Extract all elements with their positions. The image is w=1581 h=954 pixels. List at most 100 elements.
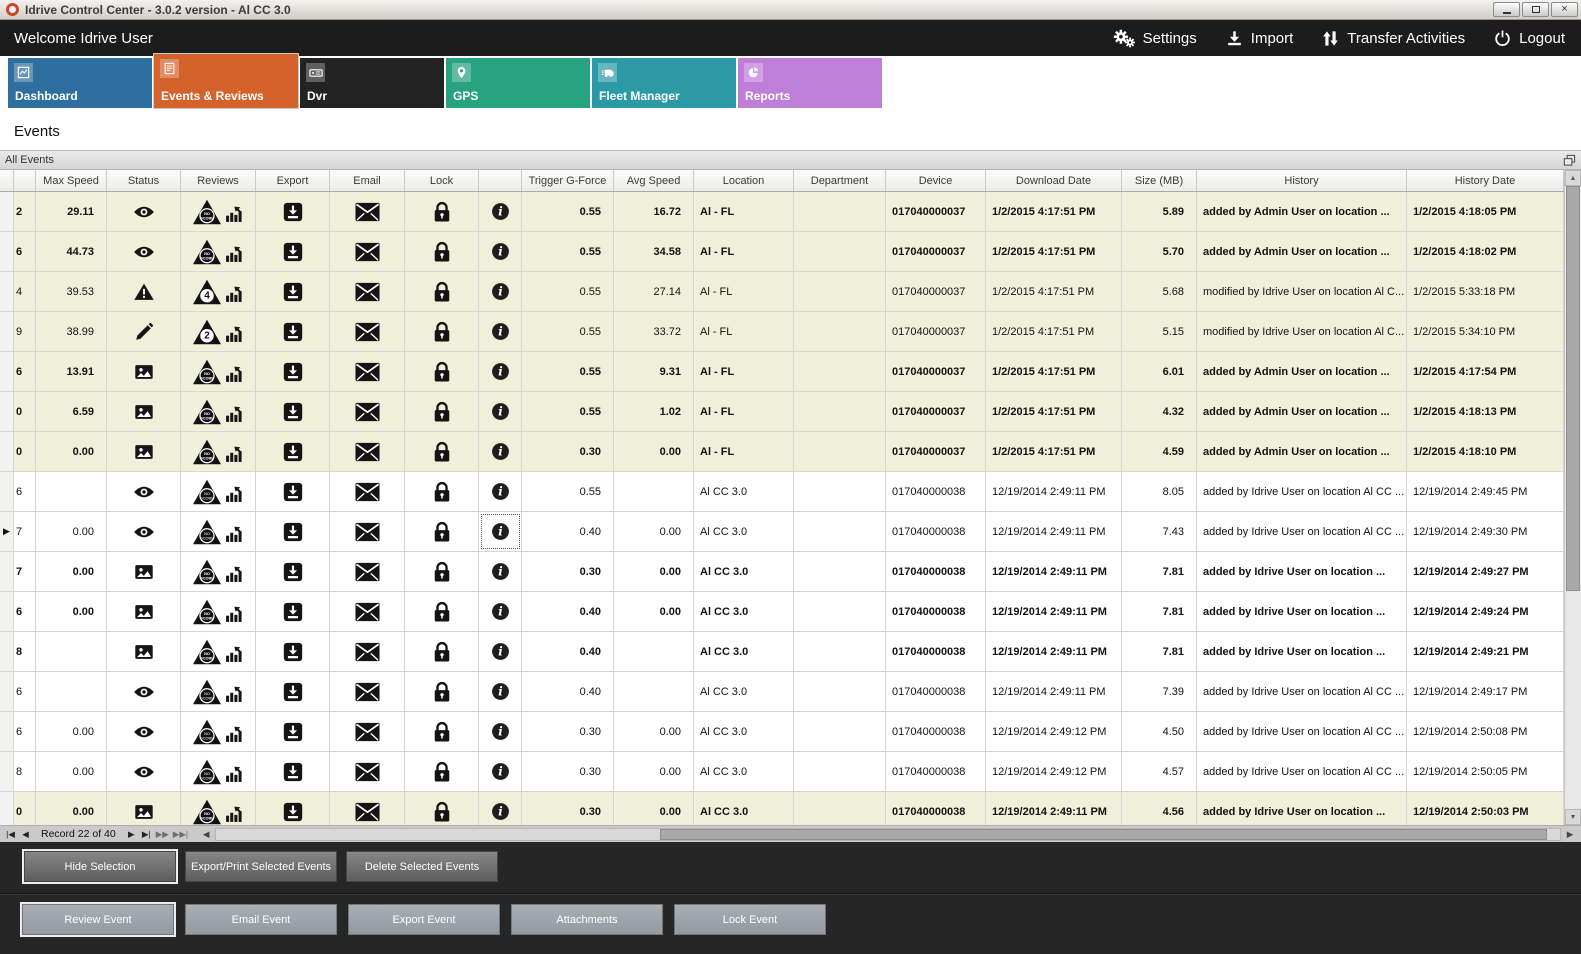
- export-button[interactable]: [256, 472, 330, 511]
- table-row[interactable]: 613.910.559.31Al - FL0170400000371/2/201…: [0, 352, 1564, 392]
- column-header-download-date[interactable]: Download Date: [986, 170, 1122, 191]
- column-header-status[interactable]: Status: [107, 170, 181, 191]
- table-row[interactable]: 60.000.300.00Al CC 3.001704000003812/19/…: [0, 712, 1564, 752]
- table-row[interactable]: 644.730.5534.58Al - FL0170400000371/2/20…: [0, 232, 1564, 272]
- export-event-button[interactable]: Export Event: [348, 904, 500, 935]
- first-record-button[interactable]: |◀: [3, 829, 18, 840]
- restore-panel-icon[interactable]: [1563, 154, 1576, 167]
- column-header-email[interactable]: Email: [330, 170, 405, 191]
- info-button[interactable]: [479, 552, 522, 591]
- email-button[interactable]: [330, 672, 405, 711]
- info-button[interactable]: [479, 192, 522, 231]
- lock-button[interactable]: [405, 272, 479, 311]
- lock-button[interactable]: [405, 392, 479, 431]
- lock-button[interactable]: [405, 352, 479, 391]
- export-button[interactable]: [256, 552, 330, 591]
- export-button[interactable]: [256, 632, 330, 671]
- lock-button[interactable]: [405, 592, 479, 631]
- email-button[interactable]: [330, 592, 405, 631]
- tab-reports[interactable]: Reports: [738, 58, 882, 108]
- column-header-department[interactable]: Department: [794, 170, 886, 191]
- import-button[interactable]: Import: [1225, 29, 1294, 48]
- email-button[interactable]: [330, 552, 405, 591]
- export-button[interactable]: [256, 392, 330, 431]
- info-button[interactable]: [479, 472, 522, 511]
- previous-record-button[interactable]: ◀: [18, 829, 33, 840]
- logout-button[interactable]: Logout: [1493, 29, 1565, 48]
- export-button[interactable]: [256, 432, 330, 471]
- tab-gps[interactable]: GPS: [446, 58, 590, 108]
- vertical-scrollbar[interactable]: ▲ ▼: [1564, 170, 1581, 825]
- next-record-button[interactable]: ▶: [124, 829, 139, 840]
- lock-button[interactable]: [405, 512, 479, 551]
- column-header-avg-speed[interactable]: Avg Speed: [614, 170, 694, 191]
- tab-dashboard[interactable]: Dashboard: [8, 58, 152, 108]
- info-button[interactable]: [479, 232, 522, 271]
- column-header-trigger-g-force[interactable]: Trigger G-Force: [522, 170, 614, 191]
- column-header-reviews[interactable]: Reviews: [181, 170, 256, 191]
- scroll-right-button[interactable]: ▶: [1562, 829, 1578, 840]
- table-row[interactable]: 938.9920.5533.72Al - FL0170400000371/2/2…: [0, 312, 1564, 352]
- table-row[interactable]: 60.000.400.00Al CC 3.001704000003812/19/…: [0, 592, 1564, 632]
- info-button[interactable]: [479, 272, 522, 311]
- info-button[interactable]: [479, 352, 522, 391]
- column-header-device[interactable]: Device: [886, 170, 986, 191]
- export-button[interactable]: [256, 792, 330, 825]
- column-header-export[interactable]: Export: [256, 170, 330, 191]
- lock-button[interactable]: [405, 192, 479, 231]
- email-button[interactable]: [330, 392, 405, 431]
- lock-button[interactable]: [405, 552, 479, 591]
- email-button[interactable]: [330, 792, 405, 825]
- export-button[interactable]: [256, 352, 330, 391]
- email-button[interactable]: [330, 472, 405, 511]
- info-button[interactable]: [479, 512, 522, 551]
- table-row[interactable]: 229.110.5516.72Al - FL0170400000371/2/20…: [0, 192, 1564, 232]
- column-header-location[interactable]: Location: [694, 170, 794, 191]
- table-row[interactable]: 06.590.551.02Al - FL0170400000371/2/2015…: [0, 392, 1564, 432]
- scroll-left-button[interactable]: ◀: [198, 829, 214, 840]
- table-row[interactable]: 60.55Al CC 3.001704000003812/19/2014 2:4…: [0, 472, 1564, 512]
- hide-selection-button[interactable]: Hide Selection: [24, 851, 176, 882]
- column-header-history-date[interactable]: History Date: [1407, 170, 1564, 191]
- minimize-button[interactable]: [1493, 2, 1520, 17]
- export-button[interactable]: [256, 672, 330, 711]
- email-button[interactable]: [330, 712, 405, 751]
- horizontal-scroll-track[interactable]: [215, 828, 1561, 841]
- info-button[interactable]: [479, 432, 522, 471]
- lock-button[interactable]: [405, 432, 479, 471]
- email-button[interactable]: [330, 512, 405, 551]
- lock-button[interactable]: [405, 792, 479, 825]
- info-button[interactable]: [479, 672, 522, 711]
- transfer-activities-button[interactable]: Transfer Activities: [1321, 29, 1465, 48]
- table-row[interactable]: 60.40Al CC 3.001704000003812/19/2014 2:4…: [0, 672, 1564, 712]
- lock-button[interactable]: [405, 232, 479, 271]
- close-button[interactable]: ×: [1551, 2, 1578, 17]
- export-button[interactable]: [256, 232, 330, 271]
- table-row[interactable]: ▶70.000.400.00Al CC 3.001704000003812/19…: [0, 512, 1564, 552]
- horizontal-scroll-thumb[interactable]: [660, 829, 1547, 840]
- last-page-button[interactable]: ▶▶|: [171, 829, 190, 840]
- maximize-button[interactable]: [1522, 2, 1549, 17]
- lock-button[interactable]: [405, 672, 479, 711]
- email-button[interactable]: [330, 272, 405, 311]
- delete-selected-events-button[interactable]: Delete Selected Events: [346, 851, 498, 882]
- table-row[interactable]: 80.40Al CC 3.001704000003812/19/2014 2:4…: [0, 632, 1564, 672]
- export-button[interactable]: [256, 192, 330, 231]
- lock-button[interactable]: [405, 752, 479, 791]
- lock-button[interactable]: [405, 472, 479, 511]
- scroll-down-button[interactable]: ▼: [1565, 809, 1581, 825]
- lock-button[interactable]: [405, 712, 479, 751]
- email-button[interactable]: [330, 632, 405, 671]
- email-event-button[interactable]: Email Event: [185, 904, 337, 935]
- tab-dvr[interactable]: Dvr: [300, 58, 444, 108]
- info-button[interactable]: [479, 592, 522, 631]
- tab-events-and-reviews[interactable]: Events & Reviews: [154, 54, 298, 108]
- table-row[interactable]: 00.000.300.00Al CC 3.001704000003812/19/…: [0, 792, 1564, 825]
- column-header-max-speed[interactable]: Max Speed: [36, 170, 107, 191]
- email-button[interactable]: [330, 752, 405, 791]
- horizontal-scrollbar[interactable]: ◀ ▶: [198, 826, 1578, 843]
- export-button[interactable]: [256, 712, 330, 751]
- column-header-size-mb[interactable]: Size (MB): [1122, 170, 1197, 191]
- review-event-button[interactable]: Review Event: [22, 904, 174, 935]
- table-row[interactable]: 00.000.300.00Al - FL0170400000371/2/2015…: [0, 432, 1564, 472]
